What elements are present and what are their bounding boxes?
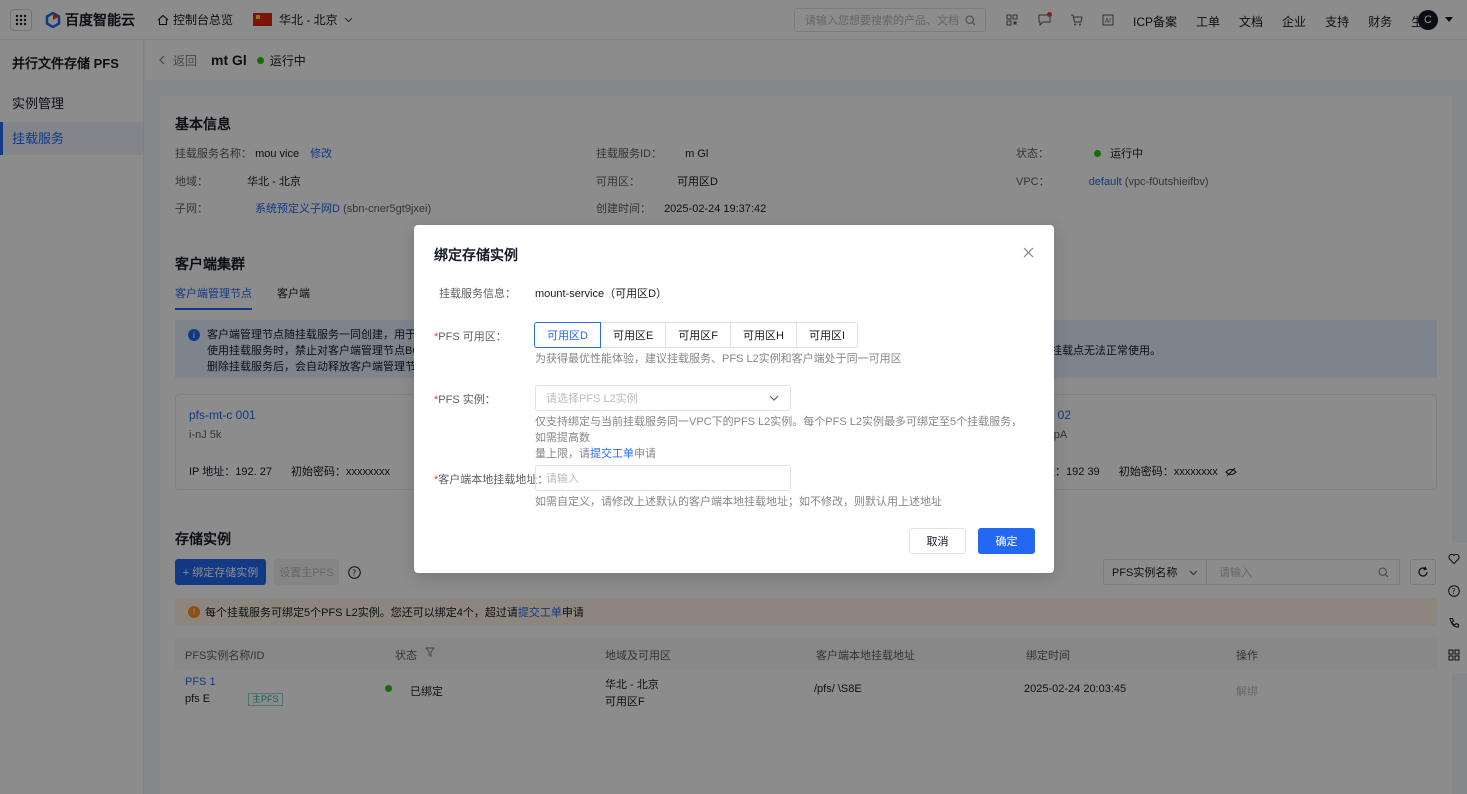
pfs-instance-select[interactable]: 请选择PFS L2实例 [535,385,791,411]
zone-option-d[interactable]: 可用区D [534,322,601,348]
pfs-instance-label: *PFS 实例： [434,394,496,406]
instance-hint: 仅支持绑定与当前挂载服务同一VPC下的PFS L2实例。每个PFS L2实例最多… [535,416,1023,460]
mount-path-hint: 如需自定义，请修改上述默认的客户端本地挂载地址；如不修改，则默认用上述地址 [535,496,942,508]
cancel-button[interactable]: 取消 [909,528,966,554]
zone-option-i[interactable]: 可用区I [795,322,859,348]
chevron-down-icon [769,395,779,401]
pfs-zone-group: 可用区D 可用区E 可用区F 可用区H 可用区I [534,322,859,348]
mount-path-input[interactable]: 请输入 [535,465,791,491]
confirm-button[interactable]: 确定 [978,528,1035,554]
service-info-label: 挂载服务信息： [439,288,516,300]
dialog-title: 绑定存储实例 [434,247,518,263]
close-icon[interactable] [1023,247,1034,258]
zone-hint: 为获得最优性能体验，建议挂载服务、PFS L2实例和客户端处于同一可用区 [535,353,902,365]
service-info-value: mount-service（可用区D） [535,288,668,300]
instance-ticket-link[interactable]: 提交工单 [590,448,634,460]
zone-option-e[interactable]: 可用区E [599,322,667,348]
pfs-zone-label: *PFS 可用区： [434,331,507,343]
zone-option-h[interactable]: 可用区H [730,322,797,348]
zone-option-f[interactable]: 可用区F [665,322,732,348]
bind-storage-dialog: 绑定存储实例 挂载服务信息： mount-service（可用区D） *PFS … [414,225,1054,573]
mount-path-label: *客户端本地挂载地址： [434,474,549,486]
